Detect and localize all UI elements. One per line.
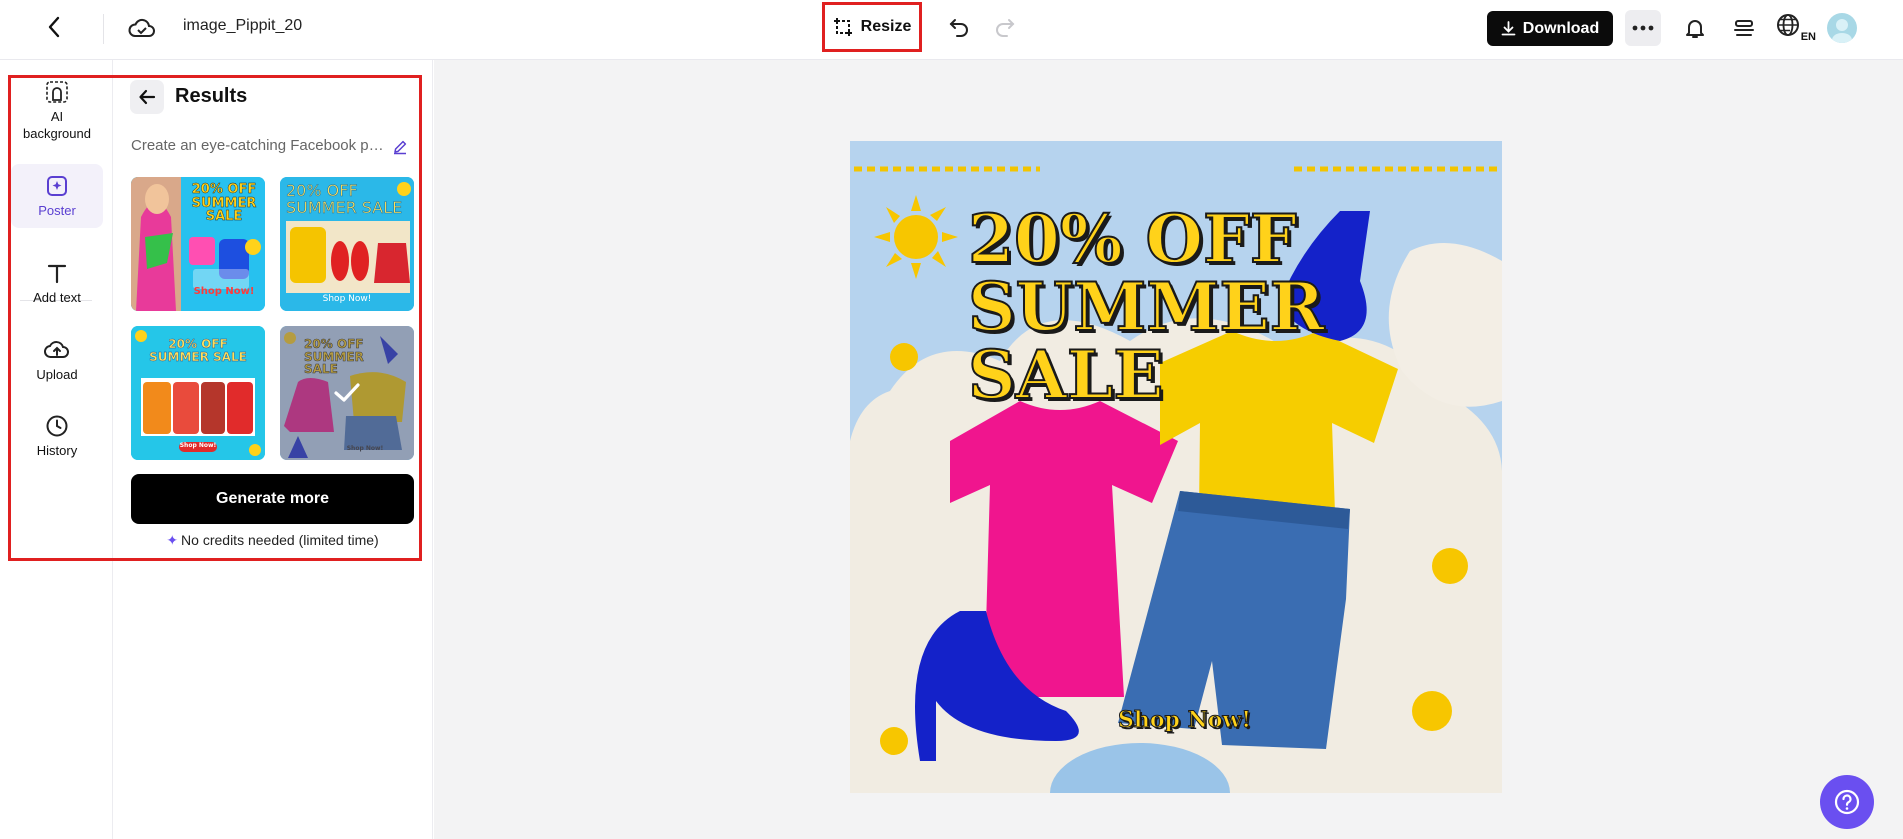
thumbnail-2-line2: SUMMER SALE xyxy=(286,197,403,217)
notifications-button[interactable] xyxy=(1678,11,1712,45)
resize-label: Resize xyxy=(860,18,912,35)
resize-button[interactable]: Resize xyxy=(822,2,922,52)
ai-background-icon xyxy=(46,81,68,103)
rail-label-ai: AI xyxy=(50,109,64,124)
rail-item-history[interactable]: History xyxy=(11,414,103,468)
avatar-person-icon xyxy=(1832,19,1852,43)
thumbnail-2-cta: Shop Now! xyxy=(322,294,372,304)
credits-note-text: No credits needed (limited time) xyxy=(181,532,379,548)
thumbnail-3-cta: Shop Now! xyxy=(179,442,217,449)
rail-label-history: History xyxy=(36,443,78,458)
result-thumbnail-4[interactable]: 20% OFF SUMMER SALE Shop Now! xyxy=(280,326,414,460)
rail-label-poster: Poster xyxy=(38,203,76,218)
thumbnail-1-line3: SALE xyxy=(205,209,243,225)
top-bar: image_Pippit_20 Resize Download EN xyxy=(0,0,1903,60)
chevron-left-icon xyxy=(48,16,60,38)
ellipsis-icon xyxy=(1632,25,1654,31)
download-icon xyxy=(1501,21,1516,36)
sparkle-icon: ✦ xyxy=(166,532,179,548)
result-thumbnail-2[interactable]: 20% OFF SUMMER SALE Shop Now! xyxy=(280,177,414,311)
undo-icon xyxy=(949,19,968,37)
language-code: EN xyxy=(1800,31,1816,43)
poster-headline: 20% OFF SUMMER SALE xyxy=(967,200,1325,414)
poster-line1: 20% OFF xyxy=(967,200,1298,278)
bell-icon xyxy=(1686,20,1704,38)
language-button[interactable]: EN xyxy=(1776,11,1816,45)
thumbnail-1-cta: Shop Now! xyxy=(193,286,255,297)
redo-button[interactable] xyxy=(990,12,1020,42)
document-title[interactable]: image_Pippit_20 xyxy=(183,17,302,35)
question-mark-icon xyxy=(1834,789,1860,815)
poster-line3: SALE xyxy=(967,336,1165,414)
poster-cta: Shop Now! xyxy=(1118,707,1252,734)
redo-icon xyxy=(996,19,1015,37)
user-avatar[interactable] xyxy=(1827,13,1857,43)
globe-icon xyxy=(1777,14,1799,36)
checkmark-icon xyxy=(334,383,360,402)
rail-label-upload: Upload xyxy=(36,367,78,382)
rail-label-background: background xyxy=(23,126,91,141)
prompt-text[interactable]: Create an eye-catching Facebook post for… xyxy=(131,137,386,154)
back-button[interactable] xyxy=(40,12,68,42)
cloud-check-icon xyxy=(128,18,155,37)
rail-item-poster[interactable]: Poster xyxy=(11,164,103,228)
results-back-button[interactable] xyxy=(130,80,164,114)
credits-note: ✦ No credits needed (limited time) xyxy=(131,532,414,549)
rail-label-add-text: Add text xyxy=(33,290,81,305)
stack-icon xyxy=(1734,20,1754,36)
download-button[interactable]: Download xyxy=(1487,11,1613,46)
generate-more-button[interactable]: Generate more xyxy=(131,474,414,524)
poster-line2: SUMMER xyxy=(967,268,1325,346)
results-title: Results xyxy=(175,85,248,107)
toolbar-divider xyxy=(103,14,104,44)
results-panel: Results Create an eye-catching Facebook … xyxy=(113,60,433,839)
tool-rail: AI background Poster Add text Upload Hist… xyxy=(0,60,113,839)
result-thumbnail-3[interactable]: 20% OFF SUMMER SALE Shop Now! xyxy=(131,326,265,460)
text-icon xyxy=(47,264,67,284)
rail-item-ai-background[interactable]: AI background xyxy=(11,80,103,144)
poster-icon xyxy=(47,176,67,196)
more-options-button[interactable] xyxy=(1625,10,1661,46)
result-thumbnail-1[interactable]: 20% OFF SUMMER SALE Shop Now! xyxy=(131,177,265,311)
rail-item-add-text[interactable]: Add text xyxy=(11,261,103,315)
rail-item-upload[interactable]: Upload xyxy=(11,338,103,392)
download-label: Download xyxy=(1522,19,1600,37)
help-button[interactable] xyxy=(1820,775,1874,829)
resize-icon xyxy=(833,18,852,36)
undo-button[interactable] xyxy=(944,12,974,42)
upload-cloud-icon xyxy=(44,341,69,358)
clock-icon xyxy=(46,415,68,437)
cloud-save-button[interactable] xyxy=(126,13,158,43)
thumbnail-3-line2: SUMMER SALE xyxy=(149,349,247,364)
layers-button[interactable] xyxy=(1727,11,1761,45)
pencil-icon xyxy=(394,140,407,155)
poster-canvas[interactable]: 20% OFF SUMMER SALE Shop Now! xyxy=(850,141,1502,793)
arrow-left-icon xyxy=(139,89,156,105)
edit-prompt-button[interactable] xyxy=(389,136,411,158)
